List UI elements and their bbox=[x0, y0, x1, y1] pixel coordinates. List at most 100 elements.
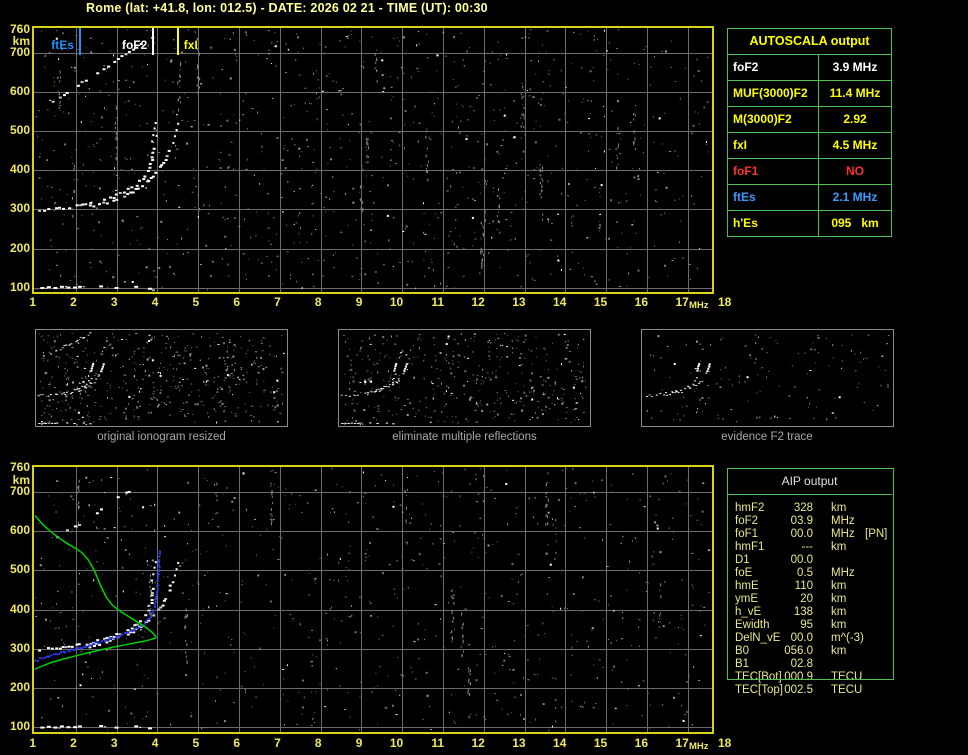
parameter-value: 328 bbox=[793, 502, 813, 514]
marker-label-foF2: foF2 bbox=[121, 38, 148, 52]
aip-row-yme: ymE 20 km bbox=[727, 593, 892, 606]
x-tick-label: 17 bbox=[675, 736, 689, 750]
parameter-unit: TECU bbox=[831, 671, 863, 683]
x-tick-label: 8 bbox=[314, 736, 322, 750]
x-tick-label: 11 bbox=[431, 736, 444, 750]
parameter-unit: m^(-3) bbox=[831, 632, 864, 644]
parameter-name: B0 bbox=[735, 645, 750, 657]
parameter-name: foF2 bbox=[728, 55, 819, 80]
parameter-name: hmF1 bbox=[735, 541, 765, 553]
x-tick-label: 3 bbox=[110, 295, 118, 309]
x-tick-label: 6 bbox=[233, 736, 240, 750]
y-tick-label: 200 bbox=[9, 240, 30, 255]
parameter-unit: km bbox=[831, 645, 847, 657]
autoscala-row-fof2: foF2 3.9 MHz bbox=[728, 55, 891, 81]
x-tick-label: 1 bbox=[29, 736, 36, 750]
y-tick-label: 200 bbox=[9, 680, 30, 694]
y-tick-label: 500 bbox=[9, 123, 30, 138]
x-tick-label: 18 bbox=[718, 736, 732, 750]
autoscala-row-m3000f2: M(3000)F2 2.92 bbox=[728, 107, 891, 133]
parameter-flag: [PN] bbox=[865, 528, 888, 540]
parameter-name: hmF2 bbox=[735, 502, 765, 514]
parameter-unit: km bbox=[831, 593, 847, 605]
parameter-name: h_vE bbox=[735, 606, 762, 618]
x-tick-label: 2 bbox=[70, 295, 77, 309]
parameter-unit: km bbox=[831, 606, 847, 618]
parameter-unit: km bbox=[831, 619, 847, 631]
thumbnail-evidence-canvas bbox=[642, 330, 893, 426]
autoscala-table-header: AUTOSCALA output bbox=[728, 29, 891, 55]
parameter-value: 110 bbox=[794, 580, 813, 592]
parameter-value: NO bbox=[846, 164, 864, 178]
parameter-value: 00.0 bbox=[790, 632, 813, 644]
x-tick-label: 14 bbox=[553, 295, 567, 309]
y-tick-label: 100 bbox=[9, 279, 30, 294]
parameter-value: 2.92 bbox=[843, 112, 867, 126]
parameter-name: hmE bbox=[735, 580, 759, 592]
parameter-name: ymE bbox=[735, 593, 758, 605]
y-tick-label: 600 bbox=[9, 523, 30, 538]
x-tick-label: 16 bbox=[634, 736, 648, 750]
x-tick-label: 16 bbox=[634, 295, 648, 309]
x-tick-label: 9 bbox=[355, 295, 363, 309]
thumbnail-original-canvas bbox=[36, 330, 287, 426]
thumbnail-caption-original: original ionogram resized bbox=[97, 431, 226, 443]
x-tick-label: 15 bbox=[593, 736, 608, 750]
y-tick-label: 700 bbox=[9, 45, 30, 59]
parameter-name: M(3000)F2 bbox=[728, 107, 819, 132]
parameter-name: D1 bbox=[735, 554, 750, 566]
autoscala-output-table: AUTOSCALA output foF2 3.9 MHz MUF(3000)F2 1… bbox=[727, 28, 892, 237]
y-tick-label: 400 bbox=[9, 601, 30, 616]
parameter-value: 2.1 MHz bbox=[832, 190, 878, 204]
parameter-unit: km bbox=[831, 502, 847, 514]
x-tick-label: 11 bbox=[431, 295, 444, 309]
thumbnail-eliminate-canvas bbox=[339, 330, 590, 426]
x-tick-label: 10 bbox=[389, 736, 404, 750]
parameter-unit: MHz bbox=[831, 528, 855, 540]
aip-row-foe: foE 0.5 MHz bbox=[727, 567, 892, 580]
parameter-value: 000.9 bbox=[784, 671, 813, 683]
aip-row-tectop: TEC[Top] 002.5 TECU bbox=[727, 684, 892, 697]
parameter-unit: km bbox=[831, 541, 847, 553]
marker-label-fxI: fxI bbox=[183, 38, 198, 52]
thumbnail-evidence-f2 bbox=[641, 329, 894, 427]
parameter-value: 3.9 MHz bbox=[832, 60, 878, 74]
autoscala-row-ftes: ftEs 2.1 MHz bbox=[728, 185, 891, 211]
thumbnail-caption-evidence: evidence F2 trace bbox=[721, 431, 813, 443]
page-title: Rome (lat: +41.8, lon: 012.5) - DATE: 20… bbox=[86, 1, 488, 15]
aip-row-hve: h_vE 138 km bbox=[727, 606, 892, 619]
aip-row-hmf1: hmF1 --- km bbox=[727, 541, 892, 554]
autoscala-row-hes: h'Es 095 km bbox=[728, 211, 891, 236]
thumbnail-eliminate-reflections bbox=[338, 329, 591, 427]
parameter-value: 095 km bbox=[831, 216, 879, 230]
parameter-name: Ewidth bbox=[735, 619, 770, 631]
parameter-value: --- bbox=[801, 541, 814, 553]
x-tick-label: 5 bbox=[192, 295, 200, 309]
thumbnail-caption-eliminate: eliminate multiple reflections bbox=[392, 431, 537, 443]
y-tick-label: 300 bbox=[9, 201, 30, 216]
parameter-value: 138 bbox=[793, 606, 813, 618]
x-tick-label: 12 bbox=[471, 736, 485, 750]
autoscala-row-muf3000f2: MUF(3000)F2 11.4 MHz bbox=[728, 81, 891, 107]
parameter-unit: TECU bbox=[831, 684, 863, 696]
x-axis-unit-label: MHz bbox=[689, 300, 709, 311]
parameter-value: 4.5 MHz bbox=[832, 138, 878, 152]
y-tick-label: 600 bbox=[9, 84, 30, 99]
x-tick-label: 1 bbox=[29, 295, 36, 309]
aip-row-hmf2: hmF2 328 km bbox=[727, 502, 892, 515]
parameter-value: 03.9 bbox=[790, 515, 813, 527]
autoscala-row-fxi: fxI 4.5 MHz bbox=[728, 133, 891, 159]
parameter-value: 95 bbox=[800, 619, 813, 631]
y-tick-label: 400 bbox=[9, 162, 30, 177]
aip-row-delnve: DelN_vE 00.0 m^(-3) bbox=[727, 632, 892, 645]
parameter-name: foF1 bbox=[728, 159, 819, 184]
y-tick-label: 500 bbox=[9, 562, 30, 577]
parameter-value: 002.5 bbox=[784, 684, 813, 696]
parameter-value: 11.4 MHz bbox=[829, 86, 881, 100]
x-tick-label: 15 bbox=[593, 295, 608, 309]
y-tick-label: 700 bbox=[9, 484, 30, 498]
scaled-ionogram-canvas bbox=[32, 26, 714, 294]
y-tick-label: 300 bbox=[9, 640, 30, 655]
parameter-name: foF1 bbox=[735, 528, 759, 540]
aip-table-header: AIP output bbox=[727, 468, 892, 495]
